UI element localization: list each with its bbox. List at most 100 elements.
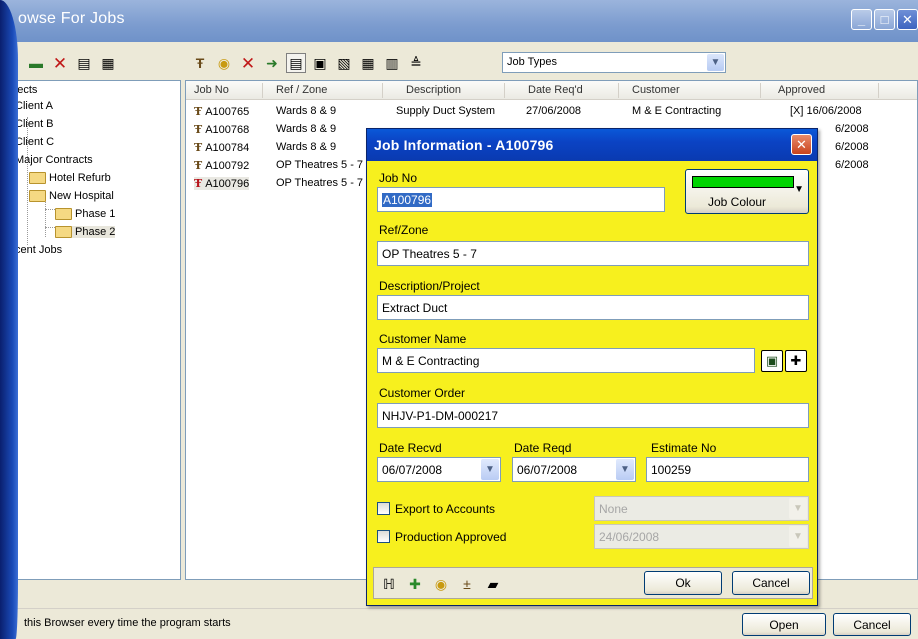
view4-icon[interactable]: ▥: [382, 53, 402, 73]
colour-icon[interactable]: ◉: [214, 53, 234, 73]
tree-item-new-hospital[interactable]: New Hospital: [29, 190, 114, 202]
estimate-no-label: Estimate No: [651, 441, 717, 455]
col-separator[interactable]: [760, 83, 761, 98]
description-field[interactable]: Extract Duct: [377, 295, 809, 320]
chevron-down-icon[interactable]: ▼: [707, 54, 724, 71]
folder-icon: [29, 172, 46, 184]
delete-job-icon[interactable]: ✕: [238, 53, 258, 73]
ok-button[interactable]: Ok: [644, 571, 722, 595]
date-reqd-select[interactable]: 06/07/2008 ▼: [512, 457, 636, 482]
customer-name-label: Customer Name: [379, 332, 467, 346]
maximize-icon: □: [880, 12, 889, 27]
estimate-no-field[interactable]: 100259: [646, 457, 809, 482]
col-separator[interactable]: [878, 83, 879, 98]
export-to-accounts-label: Export to Accounts: [395, 502, 496, 516]
production-approved-label: Production Approved: [395, 530, 507, 544]
dialog-title: Job Information - A100796: [374, 137, 554, 153]
sort-icon[interactable]: ≜: [406, 53, 426, 73]
tree-item-phase-2[interactable]: Phase 2: [55, 226, 116, 238]
dialog-close-button[interactable]: ✕: [791, 134, 812, 155]
job-information-dialog: Job Information - A100796 ✕ Job No A1007…: [366, 128, 818, 606]
job-types-select[interactable]: Job Types ▼: [502, 52, 726, 73]
cancel-button[interactable]: Cancel: [833, 613, 911, 636]
dialog-cancel-button[interactable]: Cancel: [732, 571, 810, 595]
job-no-label: Job No: [379, 171, 418, 185]
tree-item-client-c[interactable]: Client C: [15, 136, 54, 148]
date-reqd-label: Date Reqd: [514, 441, 572, 455]
col-date-reqd[interactable]: Date Req'd: [528, 84, 583, 96]
col-description[interactable]: Description: [406, 84, 461, 96]
tree-item-phase-1[interactable]: Phase 1: [55, 208, 115, 220]
col-customer[interactable]: Customer: [632, 84, 680, 96]
tree-guide: [45, 227, 55, 228]
tree-guide: [45, 209, 55, 210]
details-icon[interactable]: ▤: [286, 53, 306, 73]
view1-icon[interactable]: ▣: [310, 53, 330, 73]
production-approved-date-select: 24/06/2008 ▼: [594, 524, 809, 549]
maximize-button[interactable]: □: [874, 9, 895, 30]
table-row[interactable]: Ŧ A100765 Wards 8 & 9 Supply Duct System …: [186, 102, 917, 120]
date-recvd-select[interactable]: 06/07/2008 ▼: [377, 457, 501, 482]
tree-options-icon[interactable]: ▦: [98, 53, 118, 73]
job-types-value: Job Types: [507, 56, 557, 68]
minimize-button[interactable]: _: [851, 9, 872, 30]
export-to-accounts-checkbox[interactable]: [377, 502, 390, 515]
add-customer-button[interactable]: ✚: [785, 350, 807, 372]
chevron-down-icon: ▼: [789, 526, 807, 547]
job-colour-button[interactable]: Job Colour ▼: [685, 169, 809, 214]
customer-name-field[interactable]: M & E Contracting: [377, 348, 755, 373]
colour-swatch: [692, 176, 794, 188]
open-button[interactable]: Open: [742, 613, 826, 636]
production-approved-checkbox[interactable]: [377, 530, 390, 543]
folder-open-icon: [29, 190, 46, 202]
chevron-down-icon: ▼: [794, 184, 804, 195]
add-folder-icon[interactable]: ▬: [26, 53, 46, 73]
export-account-select: None ▼: [594, 496, 809, 521]
col-approved[interactable]: Approved: [778, 84, 825, 96]
job-tool-icon[interactable]: Ŧ: [190, 53, 210, 73]
col-job-no[interactable]: Job No: [194, 84, 229, 96]
status-bar: this Browser every time the program star…: [0, 608, 918, 639]
chevron-down-icon[interactable]: ▼: [481, 459, 499, 480]
ref-zone-field[interactable]: OP Theatres 5 - 7: [377, 241, 809, 266]
customer-lookup-button[interactable]: ▣: [761, 350, 783, 372]
customer-order-field[interactable]: NHJV-P1-DM-000217: [377, 403, 809, 428]
col-separator[interactable]: [504, 83, 505, 98]
add-icon[interactable]: ✚: [406, 575, 424, 593]
tree-item-client-a[interactable]: Client A: [15, 100, 53, 112]
move-up-icon[interactable]: ±: [458, 575, 476, 593]
job-icon: Ŧ: [194, 105, 203, 118]
close-icon: ✕: [902, 11, 913, 27]
chevron-down-icon: ▼: [789, 498, 807, 519]
print-icon[interactable]: ▰: [484, 575, 502, 593]
view2-icon[interactable]: ▧: [334, 53, 354, 73]
job-icon: Ŧ: [194, 159, 203, 172]
list-toolbar: Ŧ ◉ ✕ ➜ ▤ ▣ ▧ ▦ ▥ ≜: [190, 48, 426, 78]
col-separator[interactable]: [618, 83, 619, 98]
move-icon[interactable]: ➜: [262, 53, 282, 73]
chevron-down-icon[interactable]: ▼: [616, 459, 634, 480]
tree-item-major-contracts[interactable]: Major Contracts: [15, 154, 93, 166]
window-title: owse For Jobs: [18, 10, 125, 27]
notes-icon[interactable]: ℍ: [380, 575, 398, 593]
dialog-bottom-bar: ℍ ✚ ◉ ± ▰ Ok Cancel: [373, 567, 813, 599]
close-button[interactable]: ✕: [897, 9, 918, 30]
col-ref-zone[interactable]: Ref / Zone: [276, 84, 327, 96]
delete-icon[interactable]: ✕: [50, 53, 70, 73]
description-label: Description/Project: [379, 279, 480, 293]
book-icon: ▣: [765, 353, 779, 368]
job-icon: Ŧ: [194, 123, 203, 136]
status-text: this Browser every time the program star…: [24, 617, 231, 629]
tree-item-recent-jobs[interactable]: cent Jobs: [15, 244, 62, 256]
tree-item-client-b[interactable]: Client B: [15, 118, 54, 130]
ref-zone-label: Ref/Zone: [379, 223, 429, 237]
tree-item-hotel-refurb[interactable]: Hotel Refurb: [29, 172, 111, 184]
col-separator[interactable]: [382, 83, 383, 98]
tree-guide: [45, 199, 46, 237]
view3-icon[interactable]: ▦: [358, 53, 378, 73]
job-no-field[interactable]: A100796: [377, 187, 665, 212]
col-separator[interactable]: [262, 83, 263, 98]
properties-icon[interactable]: ▤: [74, 53, 94, 73]
main-titlebar: owse For Jobs _ □ ✕: [0, 0, 918, 42]
colour-wheel-icon[interactable]: ◉: [432, 575, 450, 593]
